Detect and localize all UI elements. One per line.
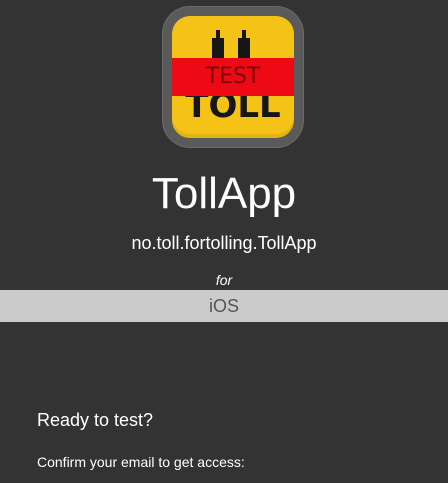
ready-heading: Ready to test? [37,410,154,430]
for-label: for [215,272,233,288]
bundle-id: no.toll.fortolling.TollApp [131,233,317,253]
confirm-email-instruction: Confirm your email to get access: [37,454,245,470]
test-banner: TEST [172,58,294,96]
app-name: TollApp [151,169,297,218]
toll-app-icon: TOLL TEST [172,16,294,138]
platform-bar: iOS [0,290,448,322]
app-icon-frame: TOLL TEST [162,6,304,148]
